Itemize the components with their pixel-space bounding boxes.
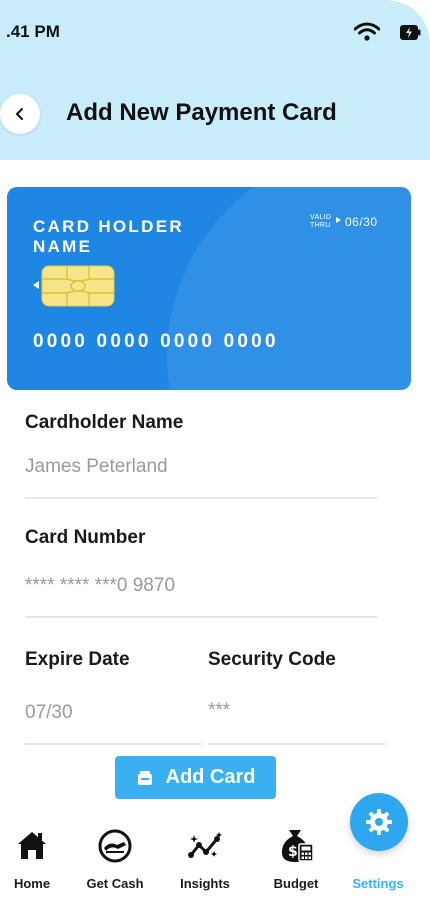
card-holder-label: CARD HOLDER NAME bbox=[33, 217, 184, 256]
valid-thru-date: 06/30 bbox=[345, 215, 378, 229]
security-code-underline bbox=[208, 743, 386, 745]
expire-date-input[interactable]: 07/30 bbox=[25, 702, 73, 724]
header: .41 PM Add New Payment Card bbox=[0, 0, 430, 160]
card-preview: CARD HOLDER NAME VALID THRU 06/30 0000 00… bbox=[7, 187, 411, 390]
add-card-button[interactable]: Add Card bbox=[115, 756, 276, 799]
nav-label-settings: Settings bbox=[352, 876, 404, 891]
cardholder-input[interactable]: James Peterland bbox=[25, 456, 168, 478]
nav-label-get-cash: Get Cash bbox=[86, 876, 144, 891]
wallet-icon bbox=[137, 770, 152, 785]
valid-thru-label: VALID THRU bbox=[310, 214, 332, 229]
security-code-label: Security Code bbox=[208, 649, 336, 670]
cardholder-label: Cardholder Name bbox=[25, 412, 184, 433]
expire-date-underline bbox=[25, 743, 202, 745]
cardholder-underline bbox=[25, 497, 377, 499]
chevron-left-icon bbox=[16, 108, 23, 120]
card-number-preview: 0000 0000 0000 0000 bbox=[33, 331, 279, 352]
svg-text:$: $ bbox=[288, 844, 298, 860]
battery-charging-icon bbox=[400, 25, 421, 40]
nav-item-insights[interactable]: Insights bbox=[165, 828, 245, 891]
status-time: .41 PM bbox=[6, 22, 60, 41]
nav-label-budget: Budget bbox=[273, 876, 319, 891]
home-icon bbox=[18, 832, 46, 859]
chip-arrow-icon bbox=[33, 281, 39, 289]
budget-icon: $ bbox=[281, 830, 314, 862]
nav-item-home[interactable]: Home bbox=[0, 828, 72, 891]
wifi-icon bbox=[354, 22, 380, 41]
security-code-input[interactable]: *** bbox=[208, 700, 230, 722]
expire-date-label: Expire Date bbox=[25, 649, 130, 670]
add-card-label: Add Card bbox=[165, 766, 256, 788]
chip-icon bbox=[41, 265, 115, 307]
nav-label-home: Home bbox=[13, 876, 51, 891]
nav-item-budget[interactable]: $ Budget bbox=[256, 828, 336, 891]
card-number-label: Card Number bbox=[25, 527, 146, 548]
card-number-input[interactable]: **** **** ***0 9870 bbox=[25, 575, 175, 597]
nav-label-insights: Insights bbox=[180, 876, 230, 891]
valid-thru-arrow-icon bbox=[336, 217, 341, 223]
settings-icon bbox=[338, 828, 418, 864]
insights-icon bbox=[188, 832, 222, 858]
back-button[interactable] bbox=[0, 94, 40, 134]
nav-item-get-cash[interactable]: Get Cash bbox=[75, 828, 155, 891]
page-title: Add New Payment Card bbox=[66, 99, 337, 126]
cash-icon bbox=[98, 829, 132, 863]
nav-item-settings[interactable]: Settings bbox=[338, 828, 418, 891]
card-number-underline bbox=[25, 616, 377, 618]
